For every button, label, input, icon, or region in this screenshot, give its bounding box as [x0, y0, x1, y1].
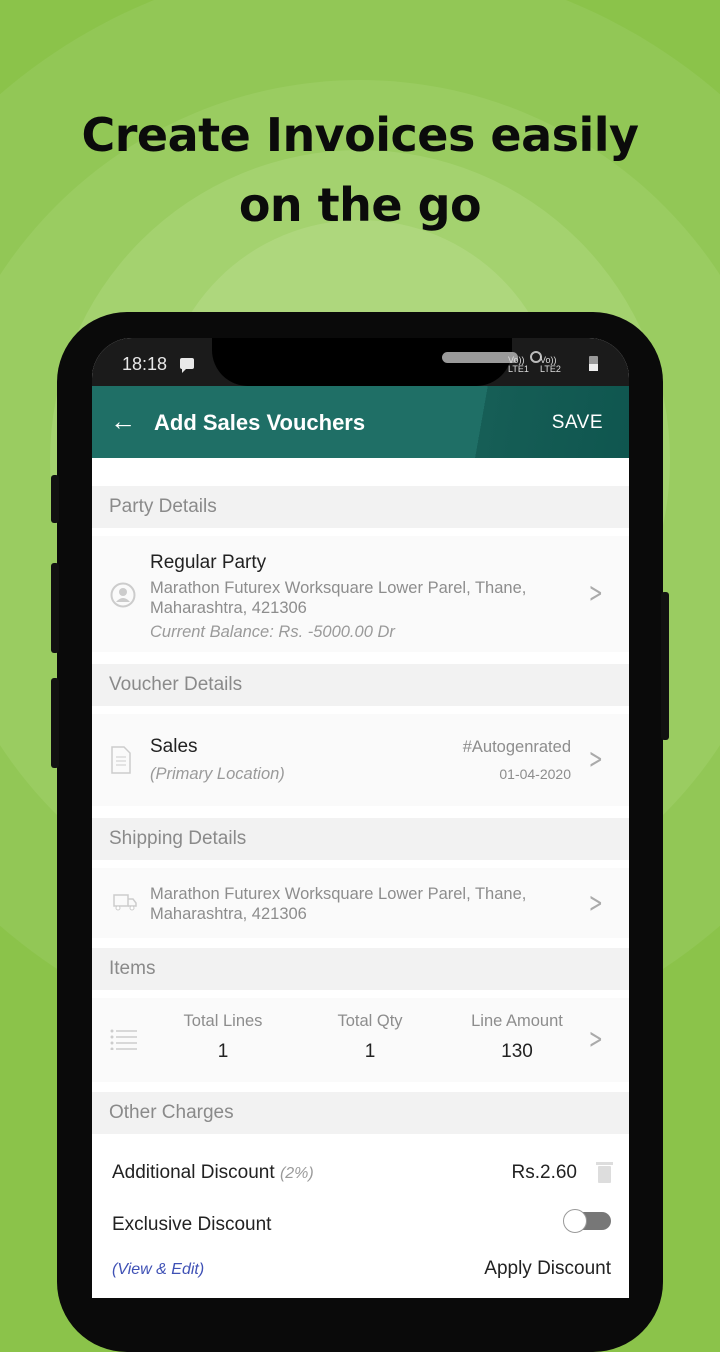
stat-total-qty: Total Qty 1	[337, 1012, 403, 1062]
exclusive-discount-label: Exclusive Discount	[112, 1214, 272, 1235]
additional-discount-row[interactable]: Additional Discount (2%) Rs.2.60	[112, 1162, 613, 1184]
party-name: Regular Party	[150, 552, 267, 573]
headline-line-1: Create Invoices easily	[81, 108, 639, 162]
chevron-right-icon: >	[588, 886, 603, 919]
shipping-address: Marathon Futurex Worksquare Lower Parel,…	[150, 885, 527, 923]
phone-screen: 18:18 Vo)) LTE1 Vo)) LTE2 ← Add Sales Vouc…	[92, 338, 629, 1298]
voucher-date: 01-04-2020	[499, 766, 571, 782]
stat-line-amount: Line Amount 130	[471, 1012, 563, 1062]
other-charges-card: Additional Discount (2%) Rs.2.60 Exclusi…	[92, 1134, 629, 1298]
status-time: 18:18	[122, 354, 168, 374]
headline-line-2: on the go	[238, 178, 482, 232]
message-notification-icon	[180, 358, 194, 373]
section-header-other-charges: Other Charges	[92, 1092, 629, 1134]
app-bar: ← Add Sales Vouchers SAVE	[92, 386, 629, 458]
battery-icon	[589, 356, 598, 371]
additional-discount-amount: Rs.2.60	[511, 1162, 577, 1183]
voucher-details-card[interactable]: Sales (Primary Location) #Autogenrated 0…	[92, 714, 629, 806]
shipping-details-card[interactable]: Marathon Futurex Worksquare Lower Parel,…	[92, 868, 629, 938]
section-header-shipping: Shipping Details	[92, 818, 629, 860]
additional-discount-percent: (2%)	[279, 1165, 314, 1182]
sim1-signal-icon: Vo)) LTE1	[508, 355, 529, 374]
sim2-signal-icon: Vo)) LTE2	[540, 355, 561, 374]
stat-total-lines: Total Lines 1	[183, 1012, 263, 1062]
status-bar: 18:18 Vo)) LTE1 Vo)) LTE2	[92, 338, 629, 388]
phone-volume-button	[51, 678, 59, 768]
trash-icon[interactable]	[596, 1162, 613, 1183]
exclusive-discount-toggle[interactable]	[563, 1209, 611, 1233]
section-header-voucher: Voucher Details	[92, 664, 629, 706]
discount-actions-row: (View & Edit) Apply Discount	[112, 1258, 611, 1280]
party-details-card[interactable]: Regular Party Marathon Futurex Worksquar…	[92, 536, 629, 652]
chevron-right-icon: >	[588, 576, 603, 609]
page-title: Add Sales Vouchers	[154, 410, 366, 435]
arrow-left-icon[interactable]: ←	[110, 408, 136, 434]
phone-power-button	[661, 592, 669, 740]
additional-discount-label: Additional Discount	[112, 1162, 275, 1183]
document-icon	[111, 746, 131, 774]
speaker-grille	[442, 352, 518, 363]
save-button[interactable]: SAVE	[552, 412, 603, 434]
exclusive-discount-row: Exclusive Discount	[112, 1209, 611, 1236]
list-icon	[110, 1029, 137, 1050]
section-header-party: Party Details	[92, 486, 629, 528]
party-address: Marathon Futurex Worksquare Lower Parel,…	[150, 579, 527, 641]
truck-icon	[113, 894, 137, 911]
promo-headline: Create Invoices easily on the go	[0, 100, 720, 240]
phone-side-button	[51, 475, 59, 523]
view-edit-link[interactable]: (View & Edit)	[112, 1261, 204, 1278]
voucher-form: Party Details Regular Party Marathon Fut…	[92, 458, 629, 1298]
user-circle-icon	[110, 582, 136, 608]
phone-volume-button	[51, 563, 59, 653]
voucher-type: Sales	[150, 736, 198, 757]
section-header-items: Items	[92, 948, 629, 990]
chevron-right-icon: >	[588, 742, 603, 775]
chevron-right-icon: >	[588, 1022, 603, 1055]
party-balance: Current Balance: Rs. -5000.00 Dr	[150, 623, 395, 641]
voucher-number: #Autogenrated	[462, 738, 571, 756]
voucher-location: (Primary Location)	[150, 765, 285, 783]
camera-notch	[212, 338, 542, 386]
items-summary-card[interactable]: Total Lines 1 Total Qty 1 Line Amount 13…	[92, 998, 629, 1082]
apply-discount-button[interactable]: Apply Discount	[484, 1258, 611, 1280]
